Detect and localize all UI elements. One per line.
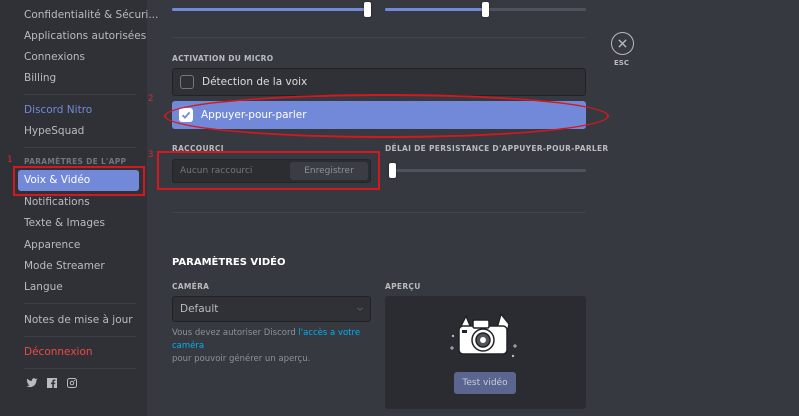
sidebar-divider (24, 336, 136, 337)
sidebar-item-connections[interactable]: Connexions (24, 48, 85, 66)
sidebar-item-streamer-mode[interactable]: Mode Streamer (24, 257, 105, 275)
sidebar-divider (24, 94, 136, 95)
facebook-icon[interactable] (46, 377, 58, 389)
camera-select[interactable]: Default (172, 296, 371, 322)
checkbox-unchecked-icon (180, 75, 194, 89)
sidebar-item-change-log[interactable]: Notes de mise à jour (24, 311, 133, 329)
sidebar-item-authorized-apps[interactable]: Applications autorisées (24, 27, 146, 45)
voice-activity-label: Détection de la voix (202, 76, 308, 88)
sidebar-item-nitro[interactable]: Discord Nitro (24, 101, 92, 119)
test-video-button[interactable]: Test vidéo (454, 372, 516, 394)
input-volume-fill (172, 8, 371, 11)
sidebar-item-hypesquad[interactable]: HypeSquad (24, 122, 84, 140)
video-preview-panel: Test vidéo (385, 296, 586, 409)
help-text-after: pour pouvoir générer un aperçu. (172, 354, 311, 364)
video-settings-title: PARAMÈTRES VIDÉO (172, 257, 286, 268)
camera-label: CAMÉRA (172, 282, 210, 291)
sidebar-item-privacy[interactable]: Confidentialité & Sécuri... (24, 6, 158, 24)
ptt-delay-handle[interactable] (389, 163, 396, 178)
sidebar-item-logout[interactable]: Déconnexion (24, 343, 93, 361)
sidebar-item-text-images[interactable]: Texte & Images (24, 214, 105, 232)
sidebar-divider (24, 147, 136, 148)
section-divider (172, 212, 586, 213)
annotation-number-2: 2 (148, 94, 154, 104)
voice-activity-option[interactable]: Détection de la voix (172, 68, 586, 96)
output-volume-slider[interactable] (385, 2, 586, 17)
ptt-delay-slider[interactable] (389, 163, 586, 178)
sidebar-item-billing[interactable]: Billing (24, 69, 56, 87)
close-settings-button[interactable] (611, 32, 634, 55)
instagram-icon[interactable] (66, 377, 78, 389)
annotation-box-shortcut (157, 151, 380, 190)
social-links (26, 377, 78, 389)
camera-select-value: Default (180, 303, 219, 315)
annotation-box-voice-video (13, 166, 145, 196)
sidebar-divider (24, 303, 136, 304)
output-volume-fill (385, 8, 486, 11)
camera-illustration-icon (450, 312, 517, 358)
sidebar-item-appearance[interactable]: Apparence (24, 236, 80, 254)
esc-label: ESC (614, 59, 629, 67)
sidebar-item-language[interactable]: Langue (24, 278, 63, 296)
annotation-number-3: 3 (148, 150, 154, 160)
section-divider (172, 37, 586, 38)
close-icon (618, 39, 627, 48)
help-text-before: Vous devez autoriser Discord (172, 328, 299, 338)
sidebar-header-app-settings: PARAMÈTRES DE L'APP (24, 157, 127, 166)
twitter-icon[interactable] (26, 377, 38, 389)
camera-permission-help: Vous devez autoriser Discord l'accès a v… (172, 327, 382, 366)
input-volume-slider[interactable] (172, 2, 371, 17)
settings-sidebar: Confidentialité & Sécuri... Applications… (0, 0, 158, 416)
annotation-ellipse-push-to-talk (164, 94, 609, 138)
ptt-delay-label: DÉLAI DE PERSISTANCE D'APPUYER-POUR-PARL… (385, 144, 609, 153)
output-volume-handle[interactable] (482, 2, 489, 17)
preview-label: APERÇU (385, 282, 421, 291)
annotation-number-1: 1 (7, 155, 13, 165)
chevron-down-icon (357, 307, 363, 311)
mic-activation-label: ACTIVATION DU MICRO (172, 54, 274, 63)
sidebar-divider (24, 368, 136, 369)
input-volume-handle[interactable] (364, 2, 371, 17)
